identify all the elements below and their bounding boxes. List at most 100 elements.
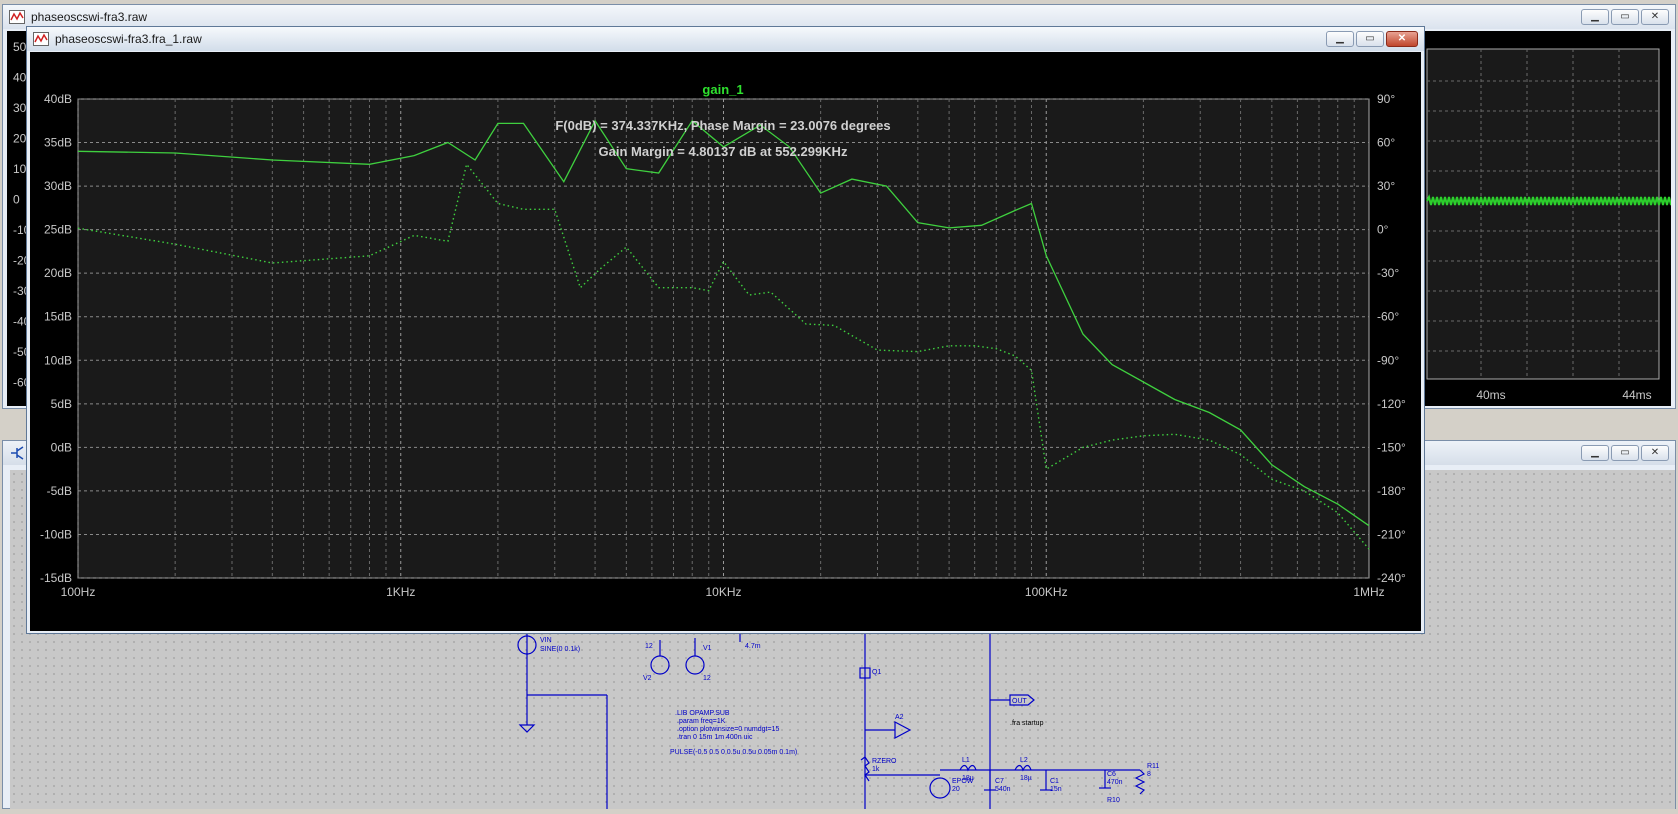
close-icon: ✕	[1397, 33, 1407, 44]
y2-tick-label: 60°	[1377, 136, 1395, 150]
y2-tick-label: -60°	[1377, 310, 1399, 324]
back-window-title: phaseoscswi-fra3.raw	[31, 10, 148, 24]
back-y-tick: 30	[13, 101, 27, 115]
schematic-label: V1	[703, 645, 712, 652]
back-x-tick: 40ms	[1476, 388, 1505, 402]
close-icon: ✕	[1650, 447, 1660, 458]
x-tick-label: 10KHz	[705, 585, 741, 599]
minimize-icon: ▁	[1591, 447, 1599, 458]
plot-frame	[77, 98, 1370, 579]
schematic-label: PULSE(-0.5 0.5 0 0.5u 0.5u 0.05m 0.1m)	[670, 749, 797, 756]
schematic-label: C6	[1107, 771, 1116, 778]
schematic-label: Q1	[872, 669, 881, 676]
maximize-icon: ▭	[1620, 447, 1630, 458]
schematic-label: 12	[645, 643, 653, 650]
schematic-label: .LIB OPAMP.SUB	[675, 710, 730, 717]
y-tick-label: 30dB	[44, 179, 72, 193]
schematic-label: R10	[1107, 797, 1120, 804]
schematic-label: .param freq=1K	[677, 718, 726, 725]
schematic-label: VIN	[540, 637, 552, 644]
waveform-icon	[9, 10, 25, 24]
schematic-label: 18µ	[1020, 775, 1032, 782]
bode-plot-svg: 40dB 35dB 30dB 25dB 20dB 15dB 10dB 5dB 0dB -5dB -1…	[30, 52, 1421, 631]
schematic-label: R11	[1147, 763, 1159, 770]
y2-tick-label: 90°	[1377, 92, 1395, 106]
back-minimize-button[interactable]: ▁	[1581, 9, 1609, 25]
schematic-label: 12	[703, 675, 711, 682]
back-close-button[interactable]: ✕	[1641, 9, 1669, 25]
schematic-label: 15n	[1050, 786, 1062, 793]
schematic-label: 1k	[872, 766, 880, 773]
minimize-icon: ▁	[1591, 11, 1599, 22]
x-tick-label: 1MHz	[1353, 585, 1384, 599]
y2-tick-label: -210°	[1377, 527, 1406, 541]
y-tick-label: 15dB	[44, 310, 72, 324]
schematic-label: 470n	[1107, 779, 1123, 786]
gain-margin-annotation: Gain Margin = 4.80137 dB at 552.299KHz	[599, 144, 848, 159]
y2-tick-label: -120°	[1377, 397, 1406, 411]
phase-margin-annotation: F(0dB) = 374.337KHz, Phase Margin = 23.0…	[555, 118, 890, 133]
schematic-label: 18µ	[962, 775, 974, 782]
y-tick-label: -10dB	[40, 527, 72, 541]
front-close-button[interactable]: ✕	[1386, 31, 1418, 47]
y-tick-label: 20dB	[44, 266, 72, 280]
schematic-label: C1	[1050, 778, 1059, 785]
y-tick-label: 25dB	[44, 223, 72, 237]
y2-tick-label: -240°	[1377, 571, 1406, 585]
y-tick-label: -15dB	[40, 571, 72, 585]
back-y-tick: 40	[13, 71, 27, 85]
maximize-icon: ▭	[1620, 11, 1630, 22]
y2-tick-label: 0°	[1377, 223, 1389, 237]
schematic-close-button[interactable]: ✕	[1641, 445, 1669, 461]
schematic-label: 20	[952, 786, 960, 793]
schematic-label: RZERO	[872, 758, 897, 765]
y-tick-label: 5dB	[51, 397, 72, 411]
trace-label[interactable]: gain_1	[702, 82, 743, 97]
schematic-label: SINE(0 0.1k)	[540, 646, 580, 653]
x-tick-label: 100KHz	[1025, 585, 1068, 599]
front-window-title: phaseoscswi-fra3.fra_1.raw	[55, 32, 202, 46]
minimize-icon: ▁	[1336, 33, 1344, 44]
maximize-icon: ▭	[1365, 33, 1375, 44]
y-tick-label: 40dB	[44, 92, 72, 106]
schematic-label: 4.7m	[745, 643, 761, 650]
schematic-label: OUT	[1012, 698, 1028, 705]
back-y-tick: 20	[13, 132, 27, 146]
front-maximize-button[interactable]: ▭	[1356, 31, 1384, 47]
schematic-minimize-button[interactable]: ▁	[1581, 445, 1609, 461]
schematic-icon	[9, 446, 25, 460]
y-tick-label: -5dB	[47, 484, 72, 498]
back-maximize-button[interactable]: ▭	[1611, 9, 1639, 25]
schematic-label: C7	[995, 778, 1004, 785]
schematic-label: .tran 0 15m 1m 400n uic	[677, 734, 753, 741]
back-y-tick: 50	[13, 40, 27, 54]
schematic-label: .fra startup	[1010, 720, 1044, 727]
schematic-label: 540n	[995, 786, 1011, 793]
schematic-label: L1	[962, 757, 970, 764]
y2-tick-label: 30°	[1377, 179, 1395, 193]
schematic-label: .option plotwinsize=0 numdgt=15	[677, 726, 779, 733]
y-tick-label: 35dB	[44, 136, 72, 150]
y-tick-label: 0dB	[51, 440, 72, 454]
x-tick-label: 100Hz	[61, 585, 96, 599]
front-window-titlebar[interactable]: phaseoscswi-fra3.fra_1.raw ▁ ▭ ✕	[27, 27, 1424, 51]
front-minimize-button[interactable]: ▁	[1326, 31, 1354, 47]
back-y-tick: 0	[13, 193, 20, 207]
schematic-maximize-button[interactable]: ▭	[1611, 445, 1639, 461]
y2-tick-label: -90°	[1377, 353, 1399, 367]
front-plot-area[interactable]: 40dB 35dB 30dB 25dB 20dB 15dB 10dB 5dB 0dB -5dB -1…	[30, 52, 1421, 631]
close-icon: ✕	[1650, 11, 1660, 22]
back-x-tick: 44ms	[1622, 388, 1651, 402]
schematic-label: A2	[895, 714, 904, 721]
back-y-tick: 10	[13, 162, 27, 176]
y2-tick-label: -30°	[1377, 266, 1399, 280]
schematic-label: L2	[1020, 757, 1028, 764]
y-tick-label: 10dB	[44, 353, 72, 367]
x-tick-label: 1KHz	[386, 585, 415, 599]
waveform-icon	[33, 32, 49, 46]
y2-tick-label: -150°	[1377, 440, 1406, 454]
front-plot-window: phaseoscswi-fra3.fra_1.raw ▁ ▭ ✕ 40dB 35d…	[26, 26, 1425, 634]
schematic-label: 8	[1147, 771, 1151, 778]
y2-tick-label: -180°	[1377, 484, 1406, 498]
schematic-label: V2	[643, 675, 652, 682]
